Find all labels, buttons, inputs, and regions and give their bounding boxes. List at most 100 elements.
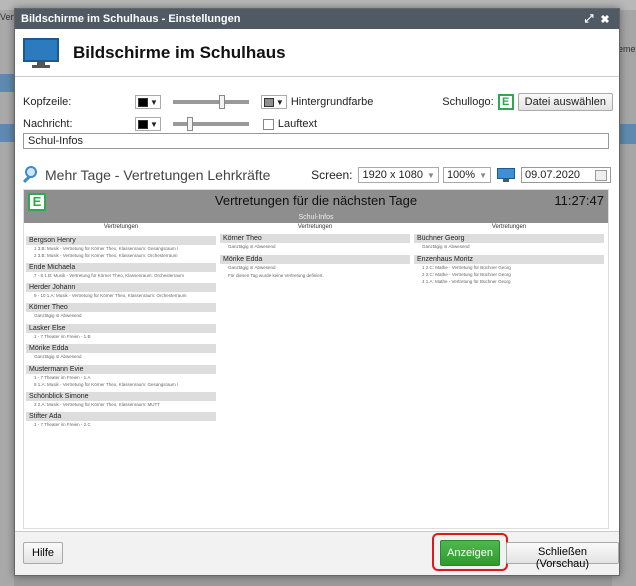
preview-toolbar: Mehr Tage - Vertretungen Lehrkräfte Scre… xyxy=(22,163,611,187)
teacher-card: Bergson Henry 1 3.B: Musik - Vertretung f… xyxy=(26,236,216,259)
chevron-down-icon: ▼ xyxy=(479,170,487,180)
entry-line: 1 - 7 Theater im Freien - 1.B xyxy=(34,334,91,339)
calendar-icon[interactable] xyxy=(595,169,607,181)
color-swatch xyxy=(138,119,148,129)
page-title: Bildschirme im Schulhaus xyxy=(73,42,286,62)
preview-column: Körner Theo Ganztägig ⊘ Abwesend Mörike E… xyxy=(220,234,410,283)
zoom-value: 100% xyxy=(446,169,476,181)
close-icon[interactable]: ✖ xyxy=(597,13,613,26)
entry-line: 8 1.A: Musik - Vertretung für Körner The… xyxy=(34,382,179,387)
entry-line: 3 2.A: Musik - Vertretung für Körner The… xyxy=(34,402,160,407)
nachricht-color-picker[interactable]: ▼ xyxy=(135,117,161,131)
date-input[interactable]: 09.07.2020 xyxy=(521,167,611,183)
show-button[interactable]: Anzeigen xyxy=(440,540,500,566)
maximize-icon[interactable]: ⤢ xyxy=(581,13,597,26)
chevron-down-icon: ▼ xyxy=(427,170,435,180)
entry-line: 2 3.B: Musik - Vertretung für Körner The… xyxy=(34,253,178,258)
color-swatch xyxy=(138,97,148,107)
date-value: 09.07.2020 xyxy=(525,169,581,181)
close-preview-button[interactable]: Schließen (Vorschau) xyxy=(506,542,619,570)
teacher-name: Lasker Else xyxy=(26,324,216,333)
teacher-name: Schönblick Simone xyxy=(26,392,216,401)
teacher-name: Herder Johann xyxy=(26,283,216,292)
lauftext-label: Lauftext xyxy=(277,118,318,130)
entry-line: Ganztägig ⊘ Abwesend xyxy=(228,244,276,249)
preview-column: Bergson Henry 1 3.B: Musik - Vertretung f… xyxy=(26,236,216,432)
entry-line: Für diesen Tag wurde keine Vertretung de… xyxy=(228,273,324,278)
preview-clock: 11:27:47 xyxy=(554,193,604,208)
teacher-name: Körner Theo xyxy=(26,303,216,312)
teacher-name: Mustermann Evie xyxy=(26,365,216,374)
teacher-card: Mörike Edda Ganztägig ⊘ Abwesend Für diese… xyxy=(220,255,410,279)
hintergrund-color-picker[interactable]: ▼ xyxy=(260,95,287,109)
teacher-name: Bergson Henry xyxy=(26,236,216,245)
dialog-footer: Hilfe Anzeigen Schließen (Vorschau) xyxy=(15,531,619,575)
teacher-card: Büchner Georg Ganztägig ⊘ Abwesend xyxy=(414,234,604,251)
background-row xyxy=(0,74,14,92)
zoom-select[interactable]: 100% ▼ xyxy=(442,167,491,183)
file-choose-button[interactable]: Datei auswählen xyxy=(517,93,613,111)
entry-line: 1 2.C: Mathe - Vertretung für Büchner Ge… xyxy=(422,265,511,270)
nachricht-row: Nachricht: ▼ Lauftext xyxy=(23,117,317,131)
preview-header: E Vertretungen für die nächsten Tage 11:… xyxy=(24,190,608,214)
teacher-name: Enzenhaus Moritz xyxy=(414,255,604,264)
dialog-title: Bildschirme im Schulhaus - Einstellungen xyxy=(21,13,241,25)
dialog-header: Bildschirme im Schulhaus xyxy=(15,29,619,77)
screen-preview-icon[interactable] xyxy=(497,167,515,183)
resolution-select[interactable]: 1920 x 1080 ▼ xyxy=(358,167,439,183)
preview-heading: Vertretungen für die nächsten Tage xyxy=(214,193,418,208)
entry-line: 7 - 8 1.B: Musik - Vertretung für Körner… xyxy=(34,273,184,278)
column-header: Vertretungen xyxy=(297,224,333,230)
entry-line: 4 1.A: Mathe - Vertretung für Büchner Ge… xyxy=(422,279,511,284)
preview-subtitle: Schul-Infos xyxy=(24,214,608,223)
kopfzeile-size-slider[interactable] xyxy=(172,95,249,109)
monitor-icon xyxy=(23,37,59,68)
teacher-card: Herder Johann 9 - 10 1.A: Musik - Vertret… xyxy=(26,283,216,299)
nachricht-label: Nachricht: xyxy=(23,118,73,130)
slider-thumb[interactable] xyxy=(218,95,225,109)
teacher-card: Lasker Else 1 - 7 Theater im Freien - 1.B xyxy=(26,324,216,340)
dropdown-arrow-icon: ▼ xyxy=(150,119,158,129)
resolution-value: 1920 x 1080 xyxy=(362,169,424,181)
kopfzeile-row: Kopfzeile: ▼ ▼ Hintergrundfarbe Schullog… xyxy=(23,93,613,111)
teacher-card: Körner Theo Ganztägig ⊘ Abwesend xyxy=(26,303,216,320)
slider-thumb[interactable] xyxy=(186,117,193,131)
teacher-card: Stifter Ada 1 - 7 Theater im Freien - 2.C xyxy=(26,412,216,428)
teacher-name: Mörike Edda xyxy=(220,255,410,264)
background-left-panel xyxy=(0,10,14,586)
teacher-card: Schönblick Simone 3 2.A: Musik - Vertretu… xyxy=(26,392,216,408)
teacher-card: Ende Michaela 7 - 8 1.B: Musik - Vertretu… xyxy=(26,263,216,279)
message-input[interactable]: Schul-Infos xyxy=(23,133,609,149)
kopfzeile-label: Kopfzeile: xyxy=(23,96,72,108)
teacher-card: Mustermann Evie 1 - 7 Theater im Freien -… xyxy=(26,365,216,388)
entry-line: 1 - 7 Theater im Freien - 2.C xyxy=(34,422,91,427)
screen-label: Screen: xyxy=(311,168,353,182)
column-header: Vertretungen xyxy=(491,224,527,230)
nachricht-size-slider[interactable] xyxy=(172,117,249,131)
teacher-card: Enzenhaus Moritz 1 2.C: Mathe - Vertretun… xyxy=(414,255,604,285)
preview-column: Büchner Georg Ganztägig ⊘ Abwesend Enzenh… xyxy=(414,234,604,289)
lauftext-checkbox[interactable] xyxy=(262,118,274,130)
teacher-name: Büchner Georg xyxy=(414,234,604,243)
column-header: Vertretungen xyxy=(103,224,139,230)
entry-line: Ganztägig ⊘ Abwesend xyxy=(34,354,82,359)
schullogo-label: Schullogo: xyxy=(442,96,494,108)
entry-line: 1 - 7 Theater im Freien - 1.A xyxy=(34,375,91,380)
help-button[interactable]: Hilfe xyxy=(23,542,64,564)
teacher-card: Mörike Edda Ganztägig ⊘ Abwesend xyxy=(26,344,216,361)
search-icon xyxy=(22,166,41,184)
dropdown-arrow-icon: ▼ xyxy=(150,97,158,107)
dialog-titlebar: Bildschirme im Schulhaus - Einstellungen… xyxy=(15,9,619,29)
hintergrundfarbe-label: Hintergrundfarbe xyxy=(290,96,374,108)
color-swatch xyxy=(263,97,274,107)
settings-dialog: Bildschirme im Schulhaus - Einstellungen… xyxy=(14,8,620,576)
teacher-card: Körner Theo Ganztägig ⊘ Abwesend xyxy=(220,234,410,251)
entry-line: 2 2.C: Mathe - Vertretung für Büchner Ge… xyxy=(422,272,511,277)
dropdown-arrow-icon: ▼ xyxy=(275,97,284,107)
entry-line: 9 - 10 1.A: Musik - Vertretung für Körne… xyxy=(34,293,187,298)
preview-title: Mehr Tage - Vertretungen Lehrkräfte xyxy=(45,167,271,183)
kopfzeile-color-picker[interactable]: ▼ xyxy=(135,95,161,109)
entry-line: Ganztägig ⊘ Abwesend xyxy=(34,313,82,318)
entry-line: 1 3.B: Musik - Vertretung für Körner The… xyxy=(34,246,179,251)
school-logo-icon: E xyxy=(497,94,514,110)
